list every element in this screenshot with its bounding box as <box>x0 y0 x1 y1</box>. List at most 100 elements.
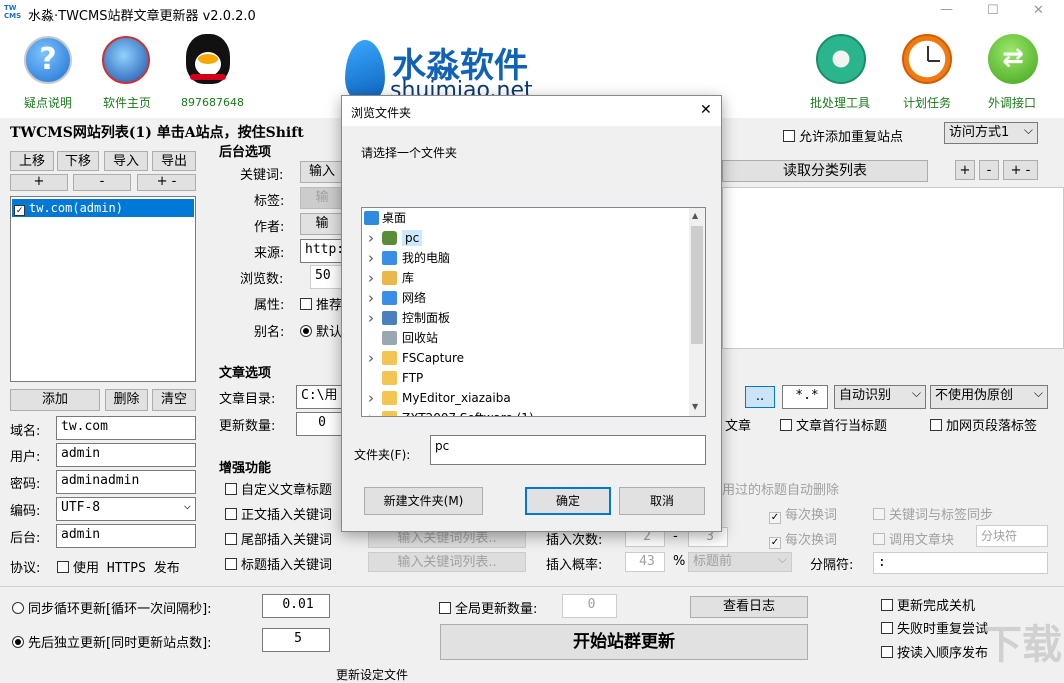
tree-scroll-thumb[interactable] <box>691 226 703 344</box>
folder-tree[interactable]: 桌面 › pc › 我的电脑 › 库 › 网络 › 控制面板 回收站 › FSCapture FTP › MyE… <box>361 207 706 417</box>
add-site-button[interactable]: 添加 <box>10 389 100 411</box>
retry-checkbox[interactable]: 失败时重复尝试 <box>881 618 988 637</box>
toolbar-help-label[interactable]: 疑点说明 <box>24 94 72 111</box>
toolbar-batch-label[interactable]: 批处理工具 <box>810 94 870 111</box>
tree-scrollbar[interactable]: ▲ ▼ <box>689 208 705 416</box>
chevron-right-icon[interactable]: › <box>368 408 374 416</box>
view-log-button[interactable]: 查看日志 <box>690 596 808 618</box>
each-change-checkbox-2[interactable]: 每次换词 <box>769 529 837 549</box>
separator-input[interactable]: : <box>873 552 1048 574</box>
move-up-button[interactable]: 上移 <box>10 151 54 171</box>
close-icon[interactable]: ✕ <box>1033 3 1044 18</box>
site-list[interactable]: tw.com(admin) <box>10 196 196 382</box>
cat-toggle-button[interactable]: + - <box>1003 160 1038 180</box>
sync-loop-radio[interactable]: 同步循环更新[循环一次间隔秒]: <box>12 598 212 617</box>
kw-tag-sync-checkbox[interactable]: 关键词与标签同步 <box>873 504 993 523</box>
pseudo-original-select[interactable]: 不使用伪原创 <box>930 385 1048 409</box>
toolbar-external-label[interactable]: 外调接口 <box>988 94 1036 111</box>
tree-item[interactable]: 桌面 <box>362 208 688 228</box>
tree-item[interactable]: › FSCapture <box>362 348 688 368</box>
title-keyword-checkbox[interactable]: 标题插入关键词 <box>225 554 332 573</box>
order-checkbox[interactable]: 按读入顺序发布 <box>881 642 988 661</box>
clock-icon[interactable] <box>902 34 952 84</box>
keyword-input-button[interactable]: 输入 <box>300 161 344 183</box>
dialog-close-icon[interactable]: ✕ <box>700 102 712 118</box>
export-button[interactable]: 导出 <box>152 151 196 171</box>
minimize-icon[interactable]: — <box>940 2 953 17</box>
ok-button[interactable]: 确定 <box>525 487 611 515</box>
toolbar-schedule-label[interactable]: 计划任务 <box>903 94 951 111</box>
toolbar-qq-label[interactable]: 897687648 <box>181 96 244 109</box>
category-list[interactable] <box>722 187 1064 349</box>
add-paragraph-tag-checkbox[interactable]: 加网页段落标签 <box>930 415 1037 434</box>
cat-plus-button[interactable]: + <box>955 160 975 180</box>
seq-update-radio[interactable]: 先后独立更新[同时更新站点数]: <box>12 632 212 651</box>
domain-input[interactable]: tw.com <box>56 416 196 440</box>
globe-icon[interactable] <box>102 36 150 84</box>
chevron-right-icon[interactable]: › <box>368 268 374 288</box>
chevron-right-icon[interactable]: › <box>368 348 374 368</box>
first-line-title-checkbox[interactable]: 文章首行当标题 <box>780 415 887 434</box>
block-separator-input[interactable]: 分块符 <box>976 525 1048 547</box>
chevron-right-icon[interactable]: › <box>368 288 374 308</box>
import-button[interactable]: 导入 <box>104 151 148 171</box>
recommend-checkbox[interactable]: 推荐 <box>300 294 342 313</box>
maximize-icon[interactable]: ☐ <box>987 3 999 18</box>
tree-item[interactable]: › MyEditor_xiazaiba <box>362 388 688 408</box>
new-folder-button[interactable]: 新建文件夹(M) <box>364 487 483 515</box>
tree-item[interactable]: › ZXT2007 Software (1) <box>362 408 688 416</box>
encoding-detect-select[interactable]: 自动识别 <box>834 385 926 409</box>
qq-penguin-icon[interactable] <box>186 34 230 84</box>
article-dir-input[interactable]: C:\用 <box>296 385 344 409</box>
access-mode-select[interactable]: 访问方式1 <box>944 122 1038 144</box>
cancel-button[interactable]: 取消 <box>619 487 705 515</box>
tail-keyword-checkbox[interactable]: 尾部插入关键词 <box>225 529 332 548</box>
chevron-right-icon[interactable]: › <box>368 248 374 268</box>
chevron-right-icon[interactable]: › <box>368 228 374 248</box>
chevron-right-icon[interactable]: › <box>368 388 374 408</box>
clear-sites-button[interactable]: 清空 <box>152 389 196 411</box>
each-change-checkbox-1[interactable]: 每次换词 <box>769 504 837 524</box>
update-count-input[interactable]: 0 <box>296 412 344 436</box>
toggle-button[interactable]: + - <box>137 174 196 191</box>
keyword-list-button-2[interactable]: 输入关键词列表.. <box>368 552 526 572</box>
source-input[interactable]: http: <box>300 239 344 263</box>
tree-item[interactable]: › pc <box>362 228 688 248</box>
site-list-item[interactable]: tw.com(admin) <box>12 199 194 217</box>
tree-item[interactable]: FTP <box>362 368 688 388</box>
help-icon[interactable]: ? <box>24 36 72 84</box>
backend-input[interactable]: admin <box>56 524 196 548</box>
gear-icon[interactable] <box>816 34 866 84</box>
insert-prob-input[interactable]: 43 <box>625 552 665 572</box>
user-input[interactable]: admin <box>56 443 196 467</box>
custom-title-checkbox[interactable]: 自定义文章标题 <box>225 479 343 498</box>
alias-default-radio[interactable]: 默认 <box>300 321 342 340</box>
shutdown-checkbox[interactable]: 更新完成关机 <box>881 595 975 614</box>
tree-item[interactable]: › 网络 <box>362 288 688 308</box>
password-input[interactable]: adminadmin <box>56 470 196 494</box>
call-block-checkbox[interactable]: 调用文章块 <box>873 529 954 548</box>
chevron-right-icon[interactable]: › <box>368 308 374 328</box>
tag-input-button[interactable]: 输 <box>300 187 344 209</box>
tree-item[interactable]: › 我的电脑 <box>362 248 688 268</box>
seq-sites-input[interactable]: 5 <box>262 628 330 652</box>
sync-interval-input[interactable]: 0.01 <box>262 594 330 618</box>
global-count-input[interactable]: 0 <box>562 594 617 618</box>
browse-dir-button[interactable]: .. <box>745 386 775 408</box>
tree-item[interactable]: 回收站 <box>362 328 688 348</box>
delete-site-button[interactable]: 删除 <box>105 389 148 411</box>
toolbar-homepage-label[interactable]: 软件主页 <box>103 94 151 111</box>
author-input-button[interactable]: 输 <box>300 213 344 235</box>
tree-item[interactable]: › 控制面板 <box>362 308 688 328</box>
exchange-icon[interactable]: ⇄ <box>988 34 1038 84</box>
encoding-select[interactable]: UTF-8 <box>56 497 196 521</box>
https-checkbox[interactable]: 使用 HTTPS 发布 <box>57 557 180 576</box>
cat-minus-button[interactable]: - <box>979 160 999 180</box>
tree-item[interactable]: › 库 <box>362 268 688 288</box>
file-ext-input[interactable]: *.* <box>782 385 828 409</box>
global-count-checkbox[interactable]: 全局更新数量: <box>439 598 537 617</box>
expand-button[interactable]: + <box>10 174 68 191</box>
allow-duplicate-checkbox[interactable]: 允许添加重复站点 <box>783 126 903 145</box>
read-category-button[interactable]: 读取分类列表 <box>722 160 928 182</box>
body-keyword-checkbox[interactable]: 正文插入关键词 <box>225 504 343 523</box>
